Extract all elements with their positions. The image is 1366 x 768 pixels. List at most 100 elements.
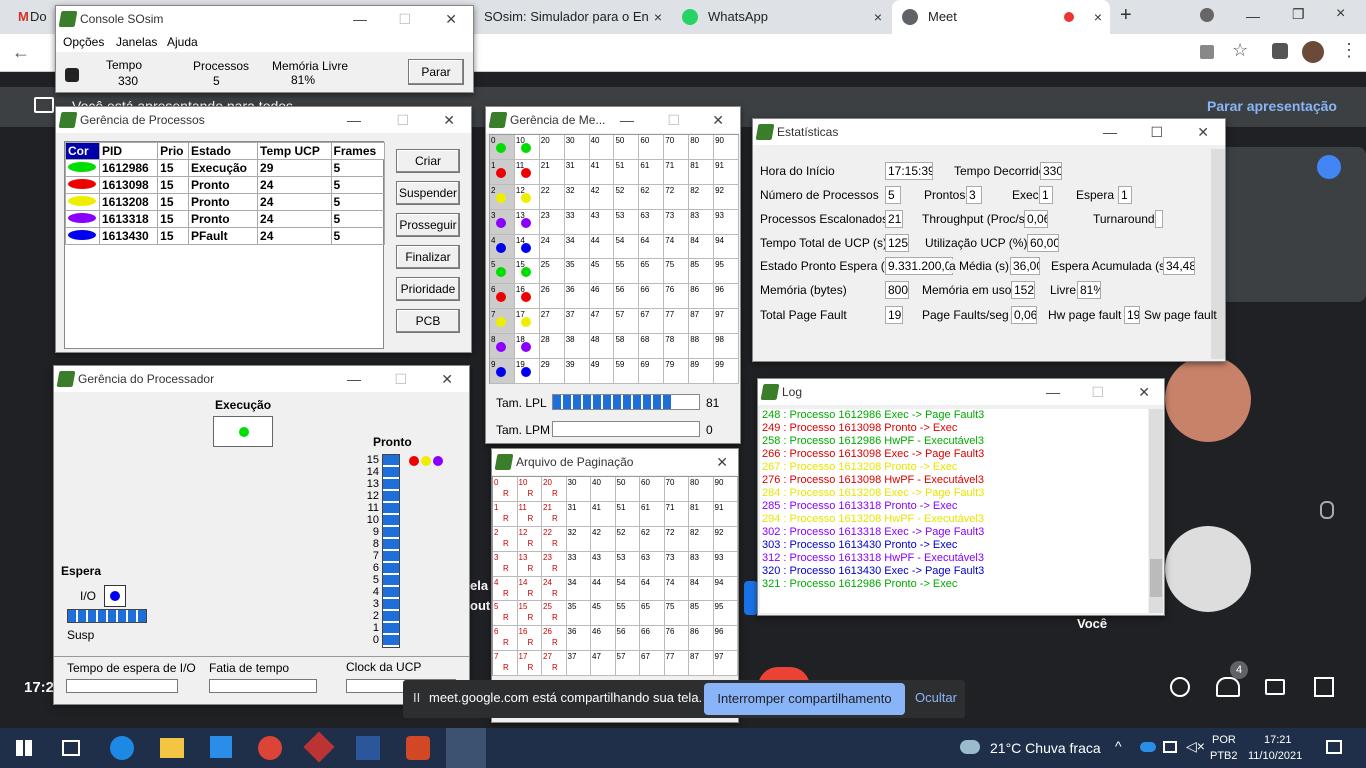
table-row[interactable]: 1613318 15 Pronto 24 5 (65, 210, 385, 228)
word-icon[interactable] (356, 736, 380, 760)
onedrive-icon[interactable] (1140, 742, 1156, 752)
time-slice-slider[interactable] (209, 679, 317, 693)
paging-slot: 15 R (517, 601, 542, 627)
chevron-up-icon[interactable]: ^ (1115, 738, 1122, 754)
close-button[interactable]: ✕ (443, 107, 455, 133)
scrollbar-thumb[interactable] (1150, 559, 1162, 597)
more-options-icon[interactable] (1317, 155, 1341, 179)
memory-frame: 33 (564, 209, 590, 235)
memory-frame: 99 (714, 359, 739, 384)
minimize-button[interactable]: — (1103, 119, 1117, 145)
minimize-button[interactable]: — (353, 6, 367, 32)
log-window: Log — ☐ ✕ 248 : Processo 1612986 Exec ->… (757, 378, 1165, 616)
stop-button[interactable]: Parar (408, 59, 464, 85)
execution-box (213, 416, 273, 447)
table-row[interactable]: 1612986 15 Execução 29 5 (65, 159, 385, 177)
close-button[interactable]: ✕ (712, 107, 724, 133)
resident-mark: R (552, 613, 558, 623)
minimize-button[interactable]: — (347, 366, 361, 392)
star-icon[interactable]: ☆ (1232, 40, 1248, 61)
resident-mark: R (527, 613, 534, 623)
new-tab-button[interactable]: + (1120, 4, 1132, 27)
activities-icon[interactable] (1314, 677, 1334, 697)
notifications-icon[interactable] (1326, 740, 1342, 754)
minimize-button[interactable]: — (1246, 8, 1260, 24)
paging-slot: 54 (615, 576, 640, 602)
minimize-button[interactable]: — (620, 107, 634, 133)
sosim-taskbar-icon[interactable] (446, 728, 486, 768)
table-row[interactable]: 1613098 15 Pronto 24 5 (65, 176, 385, 194)
edge-icon[interactable] (110, 736, 134, 760)
memory-frame: 9 (490, 359, 515, 384)
log-line: 248 : Processo 1612986 Exec -> Page Faul… (762, 409, 985, 421)
suspend-button[interactable]: Suspender (396, 181, 460, 205)
tab-sosim[interactable]: SOsim: Simulador para o Ensi × (470, 0, 670, 34)
menu-opcoes[interactable]: Opções (63, 35, 104, 49)
paging-slot: 51 (615, 501, 640, 527)
paging-slot: 73 (664, 551, 689, 577)
chrome-icon[interactable] (258, 736, 282, 760)
volume-icon[interactable]: ◁× (1186, 738, 1205, 755)
people-icon[interactable] (1216, 677, 1240, 697)
task-view-icon[interactable] (62, 740, 80, 756)
page-dot (520, 342, 531, 353)
close-button[interactable]: ✕ (445, 6, 457, 32)
restore-button[interactable]: ❐ (1292, 6, 1305, 23)
memory-frame: 70 (664, 135, 690, 160)
menu-ajuda[interactable]: Ajuda (167, 35, 198, 49)
tab-meet[interactable]: Meet × (892, 0, 1110, 34)
close-button[interactable]: ✕ (441, 366, 453, 392)
statistics-scrollbar[interactable] (1211, 149, 1225, 359)
running-process-dot (239, 427, 249, 437)
finish-button[interactable]: Finalizar (396, 245, 460, 269)
priority-button[interactable]: Prioridade (396, 277, 460, 301)
stop-presenting-button[interactable]: Parar apresentação (1207, 98, 1337, 114)
tab-search-icon[interactable] (1200, 8, 1214, 22)
chat-icon[interactable] (1265, 679, 1285, 695)
menu-janelas[interactable]: Janelas (116, 35, 157, 49)
cast-icon[interactable] (1200, 45, 1214, 59)
close-window-button[interactable]: × (1336, 5, 1345, 23)
close-icon[interactable]: × (654, 0, 662, 34)
close-icon[interactable]: × (874, 0, 882, 34)
page-dot (520, 242, 531, 253)
maximize-button[interactable]: ☐ (1150, 119, 1163, 145)
paging-slot: 81 (689, 501, 714, 527)
file-explorer-icon[interactable] (160, 738, 184, 758)
back-arrow-icon[interactable]: ← (12, 42, 30, 63)
close-button[interactable]: ✕ (1138, 379, 1150, 405)
process-color (68, 230, 96, 240)
store-icon[interactable] (210, 736, 232, 758)
info-icon[interactable] (1170, 677, 1190, 697)
paging-slot: 70 (664, 477, 689, 502)
network-icon[interactable] (1163, 741, 1177, 753)
paging-slot: 75 (664, 601, 689, 627)
resume-button[interactable]: Prosseguir (396, 213, 460, 237)
tab-whatsapp[interactable]: WhatsApp × (672, 0, 890, 34)
menu-dots-icon[interactable]: ⋮ (1340, 40, 1358, 61)
io-wait-slider[interactable] (66, 679, 178, 693)
page-dot (520, 292, 531, 303)
hide-button[interactable]: Ocultar (915, 690, 957, 705)
close-icon[interactable]: × (1094, 0, 1102, 34)
memory-frame: 45 (589, 259, 615, 285)
stop-sharing-button[interactable]: Interromper compartilhamento (704, 683, 905, 715)
avatar[interactable] (1302, 41, 1324, 63)
close-button[interactable]: ✕ (716, 449, 728, 475)
minimize-button[interactable]: — (1046, 379, 1060, 405)
resident-mark: R (503, 563, 509, 573)
extensions-icon[interactable] (1272, 43, 1288, 59)
table-row[interactable]: 1613430 15 PFault 24 5 (65, 227, 385, 245)
tab-gmail[interactable]: M Do (0, 0, 55, 34)
pcb-button[interactable]: PCB (396, 309, 460, 333)
resident-mark: R (503, 588, 509, 598)
windows-start-icon[interactable] (16, 740, 32, 756)
resident-mark: R (503, 613, 509, 623)
close-button[interactable]: ✕ (1197, 119, 1209, 145)
minimize-button[interactable]: — (347, 107, 361, 133)
app-icon[interactable] (303, 731, 335, 763)
create-button[interactable]: Criar (396, 149, 460, 173)
log-scrollbar[interactable] (1149, 409, 1163, 613)
table-row[interactable]: 1613208 15 Pronto 24 5 (65, 193, 385, 211)
powerpoint-icon[interactable] (406, 736, 430, 760)
